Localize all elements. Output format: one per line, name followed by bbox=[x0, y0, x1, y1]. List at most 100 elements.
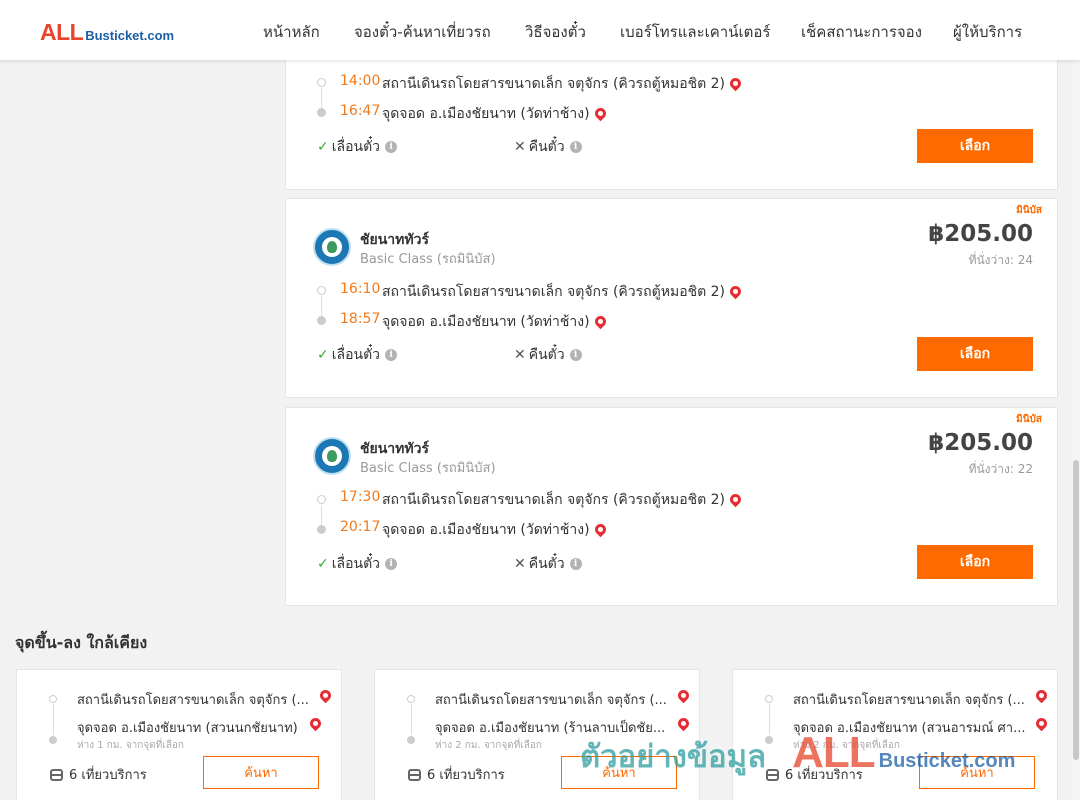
site-logo[interactable]: ALL Busticket.com bbox=[40, 19, 174, 46]
depart-stop: สถานีเดินรถโดยสารขนาดเล็ก จตุจักร (คิวรถ… bbox=[382, 73, 744, 95]
depart-dot bbox=[317, 286, 326, 295]
nearby-trip-count: 6 เที่ยวบริการ bbox=[766, 764, 863, 785]
depart-stop: สถานีเดินรถโดยสารขนาดเล็ก จตุจักร (คิวรถ… bbox=[382, 281, 744, 303]
nav-book-search[interactable]: จองตั๋ว-ค้นหาเที่ยวรถ bbox=[354, 20, 491, 44]
check-icon: ✓ bbox=[317, 139, 329, 155]
arrive-stop-label: จุดจอด อ.เมืองชัยนาท (วัดท่าช้าง) bbox=[382, 314, 590, 330]
nearby-distance: ห่าง 1 กม. จากจุดที่เลือก bbox=[77, 740, 184, 751]
route-line bbox=[321, 88, 322, 108]
route-line bbox=[769, 704, 770, 735]
info-icon[interactable]: i bbox=[569, 349, 582, 361]
arrive-stop: จุดจอด อ.เมืองชัยนาท (วัดท่าช้าง) bbox=[382, 519, 608, 541]
select-trip-button[interactable]: เลือก bbox=[917, 545, 1033, 579]
trip-card: มินิบัส ชัยนาททัวร์ Basic Class (รถมินิบ… bbox=[285, 407, 1058, 606]
map-pin-icon[interactable] bbox=[727, 491, 744, 508]
route-line bbox=[321, 505, 322, 525]
nav-how-to-book[interactable]: วิธีจองตั๋ว bbox=[525, 20, 586, 44]
nearby-from-stop: สถานีเดินรถโดยสารขนาดเล็ก จตุจักร (... bbox=[435, 693, 667, 708]
trip-card: มินิบัส ชัยนาททัวร์ Basic Class (รถมินิบ… bbox=[285, 198, 1058, 398]
info-icon[interactable]: i bbox=[385, 349, 398, 361]
from-dot bbox=[49, 695, 57, 703]
to-dot bbox=[765, 736, 773, 744]
change-ticket-policy: ✓ เลื่อนตั๋ว i bbox=[317, 553, 398, 575]
arrive-stop: จุดจอด อ.เมืองชัยนาท (วัดท่าช้าง) bbox=[382, 103, 608, 125]
arrive-time: 20:17 bbox=[340, 519, 381, 535]
select-trip-button[interactable]: เลือก bbox=[917, 337, 1033, 371]
check-icon: ✓ bbox=[317, 556, 329, 572]
nearby-search-button[interactable]: ค้นหา bbox=[919, 756, 1035, 789]
depart-dot bbox=[317, 78, 326, 87]
trip-price: ฿205.00 bbox=[928, 221, 1033, 247]
depart-stop-label: สถานีเดินรถโดยสารขนาดเล็ก จตุจักร (คิวรถ… bbox=[382, 284, 726, 300]
arrive-dot bbox=[317, 108, 326, 117]
page-scrollbar[interactable] bbox=[1072, 60, 1080, 800]
minibus-badge: มินิบัส bbox=[1016, 205, 1042, 216]
change-ticket-label: เลื่อนตั๋ว bbox=[331, 556, 381, 572]
arrive-time: 18:57 bbox=[340, 311, 381, 327]
map-pin-icon[interactable] bbox=[592, 105, 608, 122]
operator-logo bbox=[313, 437, 351, 475]
cross-icon: ✕ bbox=[514, 139, 526, 155]
route-line bbox=[53, 704, 54, 735]
nearby-from-stop: สถานีเดินรถโดยสารขนาดเล็ก จตุจักร (... bbox=[793, 693, 1025, 708]
bus-icon bbox=[408, 768, 421, 781]
info-icon[interactable]: i bbox=[569, 141, 582, 153]
cross-icon: ✕ bbox=[514, 556, 526, 572]
depart-time: 14:00 bbox=[340, 73, 381, 89]
depart-stop-label: สถานีเดินรถโดยสารขนาดเล็ก จตุจักร (คิวรถ… bbox=[382, 492, 726, 508]
nearby-search-button[interactable]: ค้นหา bbox=[203, 756, 319, 789]
depart-time: 17:30 bbox=[340, 489, 381, 505]
site-header: ALL Busticket.com หน้าหลัก จองตั๋ว-ค้นหา… bbox=[0, 0, 1080, 60]
nav-booking-status[interactable]: เช็คสถานะการจอง bbox=[801, 20, 922, 44]
nav-home[interactable]: หน้าหลัก bbox=[263, 20, 320, 44]
refund-ticket-label: คืนตั๋ว bbox=[528, 556, 565, 572]
from-dot bbox=[407, 695, 415, 703]
map-pin-icon[interactable] bbox=[592, 313, 608, 330]
logo-all-text: ALL bbox=[40, 19, 84, 45]
info-icon[interactable]: i bbox=[569, 558, 582, 570]
map-pin-icon[interactable] bbox=[727, 283, 744, 300]
seats-available: ที่นั่งว่าง: 22 bbox=[968, 462, 1033, 476]
route-line bbox=[321, 296, 322, 316]
select-trip-button[interactable]: เลือก bbox=[917, 129, 1033, 163]
logo-domain-text: Busticket.com bbox=[85, 28, 175, 43]
change-ticket-label: เลื่อนตั๋ว bbox=[331, 347, 381, 363]
bus-class: Basic Class (รถมินิบัส) bbox=[360, 252, 496, 267]
nearby-to-stop: จุดจอด อ.เมืองชัยนาท (ร้านลาบเป็ดชัย... bbox=[435, 721, 666, 736]
arrive-dot bbox=[317, 316, 326, 325]
map-pin-icon[interactable] bbox=[727, 75, 744, 92]
nearby-stops-title: จุดขึ้น-ลง ใกล้เคียง bbox=[15, 633, 148, 652]
nearby-trip-count: 6 เที่ยวบริการ bbox=[408, 764, 505, 785]
change-ticket-policy: ✓ เลื่อนตั๋ว i bbox=[317, 136, 398, 158]
trip-card: 14:00 สถานีเดินรถโดยสารขนาดเล็ก จตุจักร … bbox=[285, 40, 1058, 190]
minibus-badge: มินิบัส bbox=[1016, 414, 1042, 425]
nav-operators[interactable]: ผู้ให้บริการ bbox=[953, 20, 1022, 44]
seats-available: ที่นั่งว่าง: 24 bbox=[968, 253, 1033, 267]
arrive-time: 16:47 bbox=[340, 103, 381, 119]
depart-dot bbox=[317, 495, 326, 504]
nearby-search-button[interactable]: ค้นหา bbox=[561, 756, 677, 789]
arrive-stop-label: จุดจอด อ.เมืองชัยนาท (วัดท่าช้าง) bbox=[382, 106, 590, 122]
bus-icon bbox=[766, 768, 779, 781]
info-icon[interactable]: i bbox=[385, 141, 398, 153]
info-icon[interactable]: i bbox=[385, 558, 398, 570]
refund-ticket-label: คืนตั๋ว bbox=[528, 347, 565, 363]
nav-phone-counters[interactable]: เบอร์โทรและเคาน์เตอร์ bbox=[620, 20, 770, 44]
trip-count-label: 6 เที่ยวบริการ bbox=[69, 768, 147, 783]
scrollbar-thumb[interactable] bbox=[1073, 460, 1079, 760]
nearby-route-card: สถานีเดินรถโดยสารขนาดเล็ก จตุจักร (... จ… bbox=[732, 669, 1058, 800]
to-dot bbox=[407, 736, 415, 744]
arrive-dot bbox=[317, 525, 326, 534]
depart-time: 16:10 bbox=[340, 281, 381, 297]
nearby-route-card: สถานีเดินรถโดยสารขนาดเล็ก จตุจักร (... จ… bbox=[16, 669, 342, 800]
bus-icon bbox=[50, 768, 63, 781]
nearby-to-stop: จุดจอด อ.เมืองชัยนาท (สวนอารมณ์ ศา... bbox=[793, 721, 1026, 736]
operator-logo bbox=[313, 228, 351, 266]
check-icon: ✓ bbox=[317, 347, 329, 363]
change-ticket-label: เลื่อนตั๋ว bbox=[331, 139, 381, 155]
to-dot bbox=[49, 736, 57, 744]
nearby-distance: ห่าง 2 กม. จากจุดที่เลือก bbox=[435, 740, 542, 751]
map-pin-icon[interactable] bbox=[592, 521, 608, 538]
refund-ticket-policy: ✕ คืนตั๋ว i bbox=[514, 553, 582, 575]
arrive-stop: จุดจอด อ.เมืองชัยนาท (วัดท่าช้าง) bbox=[382, 311, 608, 333]
